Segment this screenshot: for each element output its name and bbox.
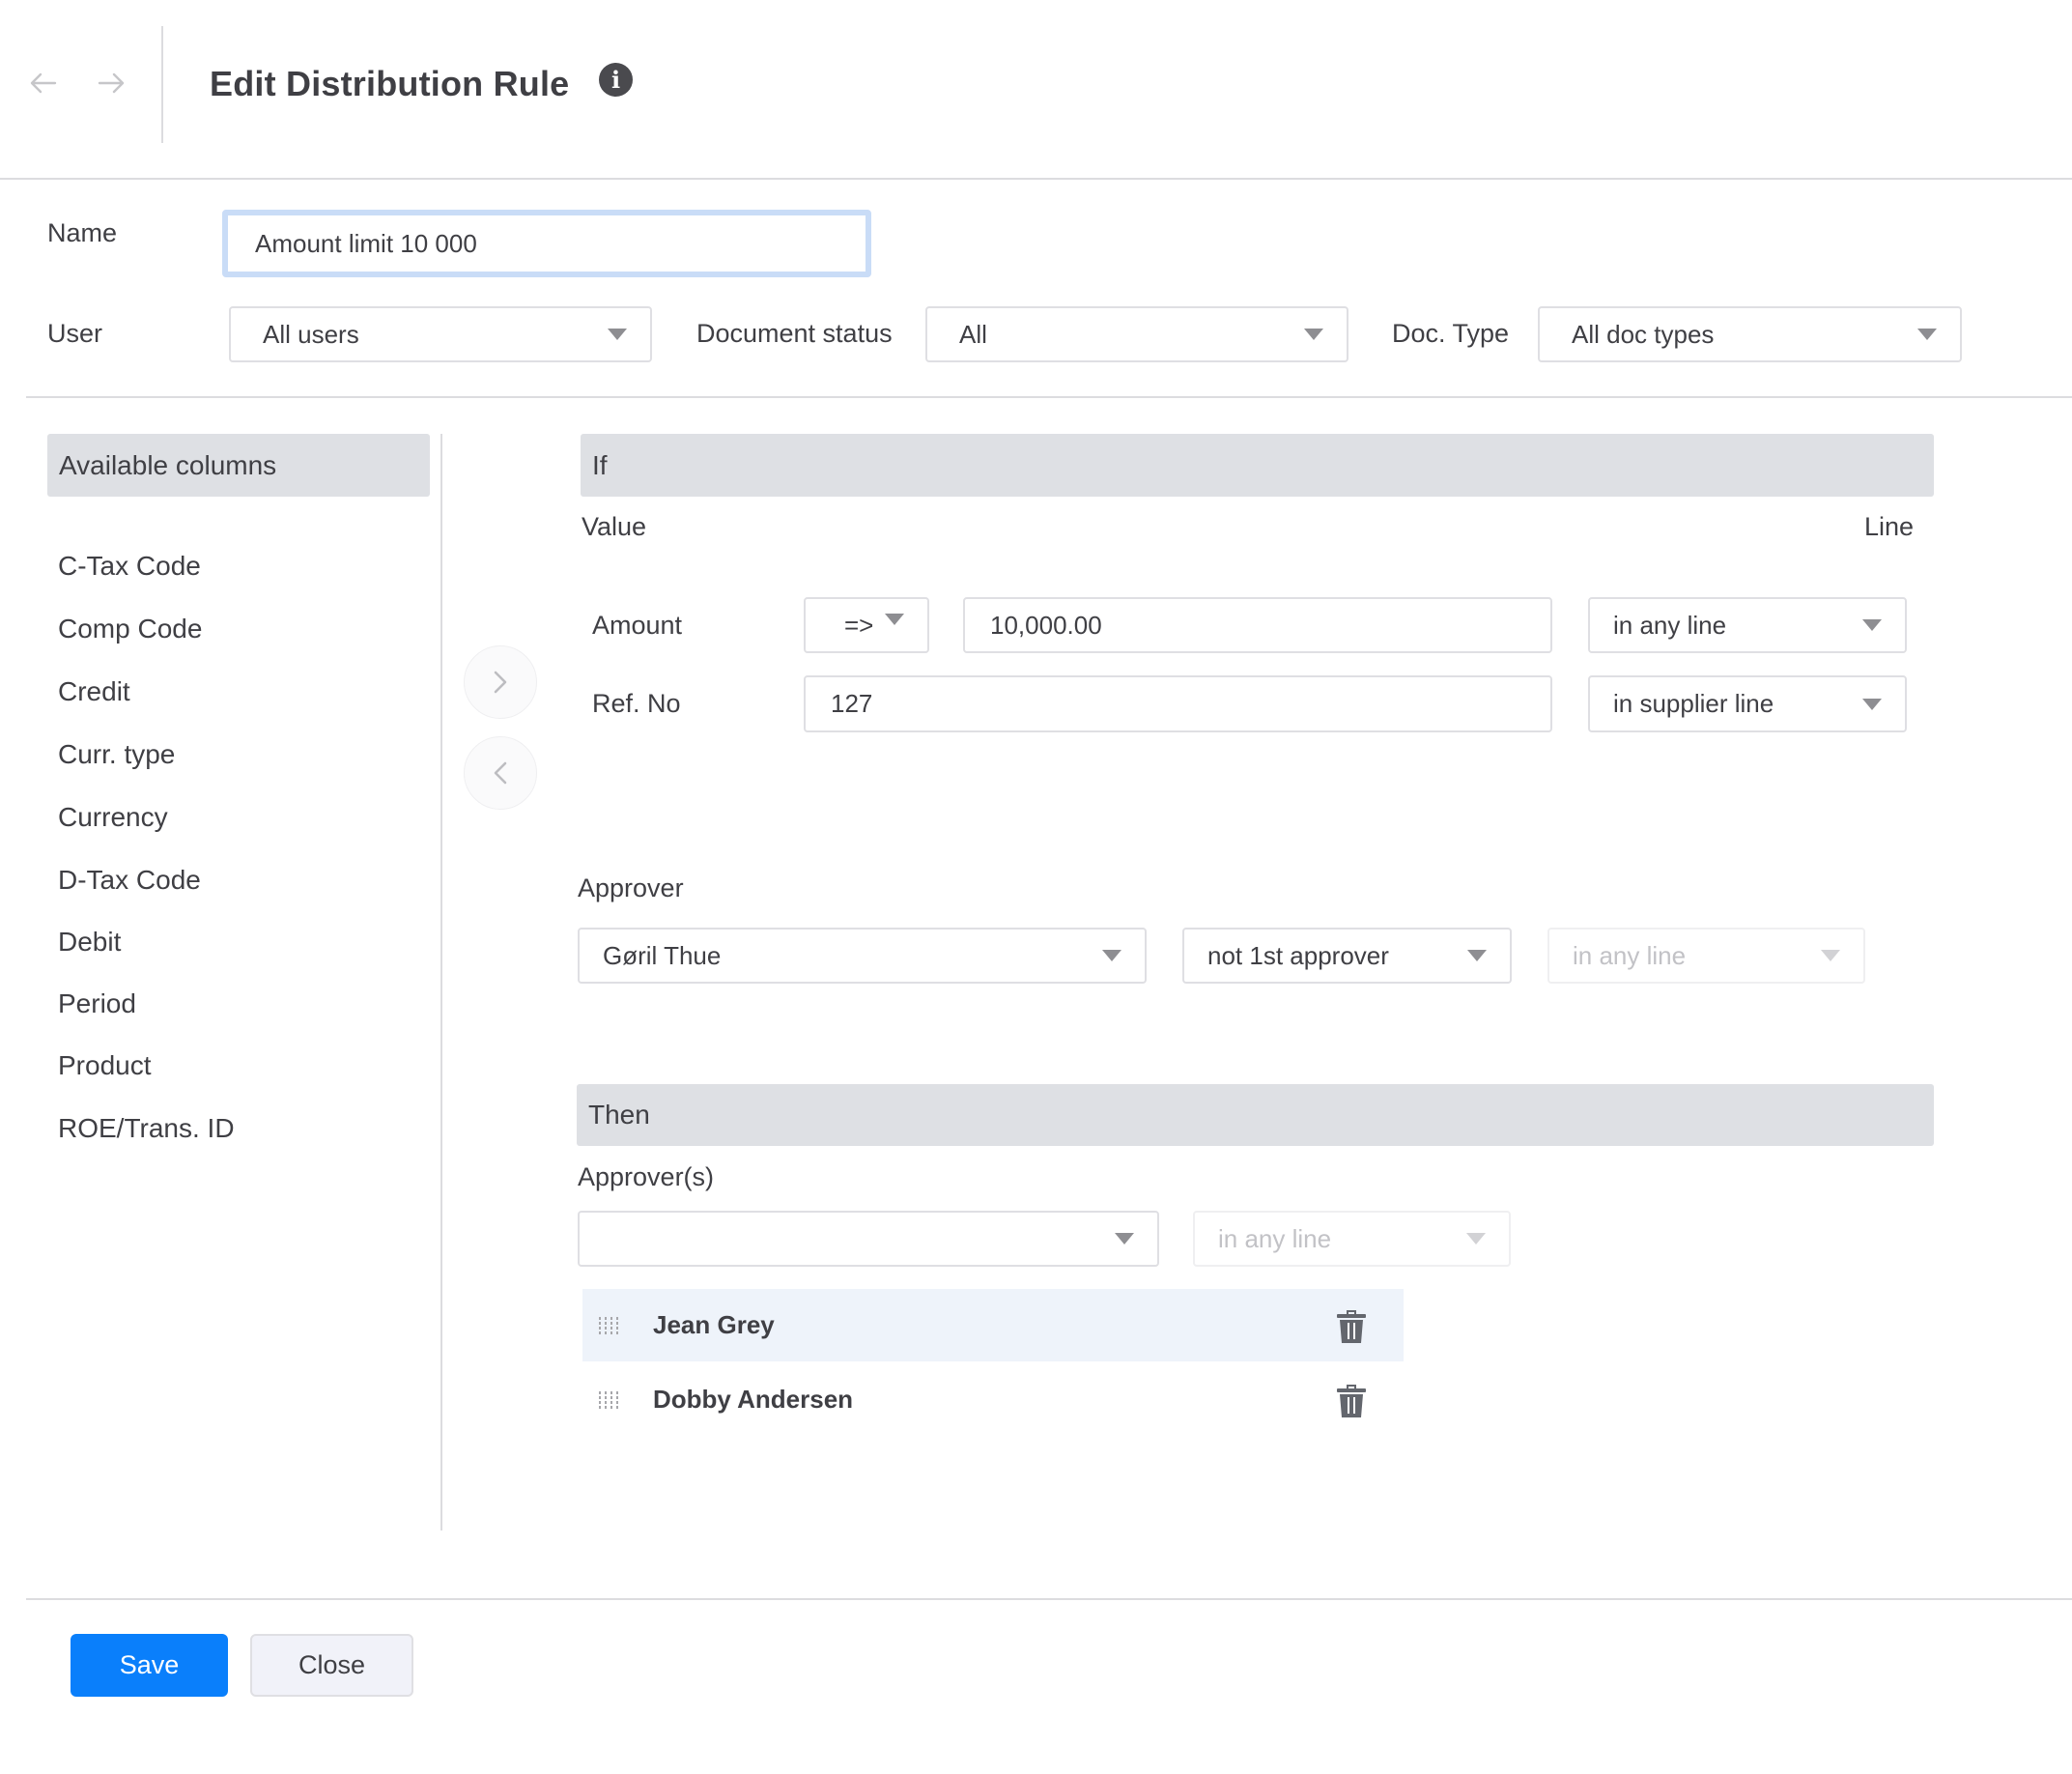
then-approver-line-value: in any line bbox=[1218, 1223, 1332, 1253]
footer-separator bbox=[26, 1598, 2072, 1600]
available-column-item[interactable]: Period bbox=[58, 988, 136, 1019]
approver-value: Gøril Thue bbox=[603, 940, 722, 970]
save-button[interactable]: Save bbox=[71, 1634, 228, 1697]
chevron-down-icon bbox=[1304, 329, 1323, 340]
user-select[interactable]: All users bbox=[229, 306, 652, 362]
chevron-down-icon bbox=[1466, 1233, 1486, 1245]
available-columns-header: Available columns bbox=[47, 434, 430, 497]
chevron-down-icon bbox=[1115, 1233, 1134, 1245]
chevron-down-icon bbox=[1862, 698, 1882, 710]
chevron-right-icon bbox=[494, 671, 507, 694]
chevron-down-icon bbox=[885, 614, 904, 625]
panel-divider bbox=[440, 434, 442, 1531]
chevron-down-icon bbox=[1102, 950, 1121, 961]
available-column-item[interactable]: ROE/Trans. ID bbox=[58, 1113, 235, 1144]
approver-label: Approver bbox=[578, 873, 684, 902]
condition-field-ref-no: Ref. No bbox=[592, 689, 681, 718]
available-column-item[interactable]: Currency bbox=[58, 802, 168, 833]
doc-type-value: All doc types bbox=[1572, 319, 1715, 349]
amount-value-input[interactable]: 10,000.00 bbox=[963, 597, 1552, 653]
amount-operator-select[interactable]: => bbox=[804, 597, 929, 653]
available-column-item[interactable]: Debit bbox=[58, 927, 121, 958]
available-column-item[interactable]: D-Tax Code bbox=[58, 865, 201, 896]
arrow-right-icon bbox=[98, 72, 125, 94]
approver-name: Jean Grey bbox=[653, 1310, 775, 1339]
amount-line-value: in any line bbox=[1613, 610, 1727, 640]
move-left-button[interactable] bbox=[464, 736, 537, 810]
approver-qualifier-value: not 1st approver bbox=[1207, 940, 1389, 970]
trash-icon[interactable] bbox=[1336, 1381, 1367, 1419]
approver-select[interactable]: Gøril Thue bbox=[578, 928, 1147, 984]
approver-line-select: in any line bbox=[1547, 928, 1865, 984]
user-select-value: All users bbox=[263, 319, 359, 349]
forward-button[interactable] bbox=[94, 66, 128, 100]
move-right-button[interactable] bbox=[464, 645, 537, 719]
name-label: Name bbox=[47, 218, 118, 247]
available-column-item[interactable]: Comp Code bbox=[58, 614, 202, 644]
back-button[interactable] bbox=[26, 66, 61, 100]
then-approver-line-select: in any line bbox=[1193, 1211, 1511, 1267]
available-column-item[interactable]: Curr. type bbox=[58, 739, 175, 770]
then-section-header: Then bbox=[577, 1084, 1934, 1146]
chevron-down-icon bbox=[1467, 950, 1487, 961]
condition-field-amount: Amount bbox=[592, 611, 683, 640]
name-input[interactable]: Amount limit 10 000 bbox=[222, 210, 871, 277]
amount-line-select[interactable]: in any line bbox=[1588, 597, 1907, 653]
amount-operator-value: => bbox=[844, 610, 874, 640]
doc-type-select[interactable]: All doc types bbox=[1538, 306, 1962, 362]
available-column-item[interactable]: Product bbox=[58, 1050, 152, 1081]
approver-list-item[interactable]: Dobby Andersen bbox=[582, 1363, 1404, 1436]
ref-no-value: 127 bbox=[831, 689, 873, 718]
available-column-item[interactable]: C-Tax Code bbox=[58, 551, 201, 582]
arrow-left-icon bbox=[30, 72, 57, 94]
document-status-value: All bbox=[959, 319, 987, 349]
header-separator bbox=[0, 178, 2072, 180]
approver-line-value: in any line bbox=[1573, 940, 1687, 970]
drag-handle-icon[interactable] bbox=[599, 1316, 622, 1334]
close-button[interactable]: Close bbox=[250, 1634, 413, 1697]
ref-no-value-input[interactable]: 127 bbox=[804, 675, 1552, 732]
chevron-down-icon bbox=[1821, 950, 1840, 961]
trash-icon[interactable] bbox=[1336, 1306, 1367, 1345]
user-label: User bbox=[47, 319, 103, 348]
page-title: Edit Distribution Rule bbox=[210, 64, 570, 103]
chevron-down-icon bbox=[1862, 619, 1882, 631]
ref-no-line-value: in supplier line bbox=[1613, 689, 1774, 718]
document-status-select[interactable]: All bbox=[925, 306, 1348, 362]
amount-value: 10,000.00 bbox=[990, 610, 1102, 640]
document-status-label: Document status bbox=[696, 319, 893, 348]
approver-name: Dobby Andersen bbox=[653, 1385, 854, 1414]
chevron-left-icon bbox=[494, 761, 507, 785]
ref-no-line-select[interactable]: in supplier line bbox=[1588, 675, 1907, 732]
approver-qualifier-select[interactable]: not 1st approver bbox=[1182, 928, 1512, 984]
chevron-down-icon bbox=[608, 329, 627, 340]
drag-handle-icon[interactable] bbox=[599, 1390, 622, 1409]
name-input-value: Amount limit 10 000 bbox=[255, 228, 477, 258]
doc-type-label: Doc. Type bbox=[1392, 319, 1510, 348]
chevron-down-icon bbox=[1917, 329, 1937, 340]
value-column-label: Value bbox=[582, 512, 647, 541]
available-column-item[interactable]: Credit bbox=[58, 676, 130, 707]
if-section-header: If bbox=[581, 434, 1934, 497]
form-separator bbox=[26, 396, 2072, 398]
header-divider bbox=[161, 26, 163, 143]
info-icon[interactable]: i bbox=[599, 63, 633, 97]
then-approver-select[interactable] bbox=[578, 1211, 1159, 1267]
line-column-label: Line bbox=[1864, 512, 1915, 541]
approvers-label: Approver(s) bbox=[578, 1162, 715, 1191]
approver-list-item[interactable]: Jean Grey bbox=[582, 1289, 1404, 1361]
